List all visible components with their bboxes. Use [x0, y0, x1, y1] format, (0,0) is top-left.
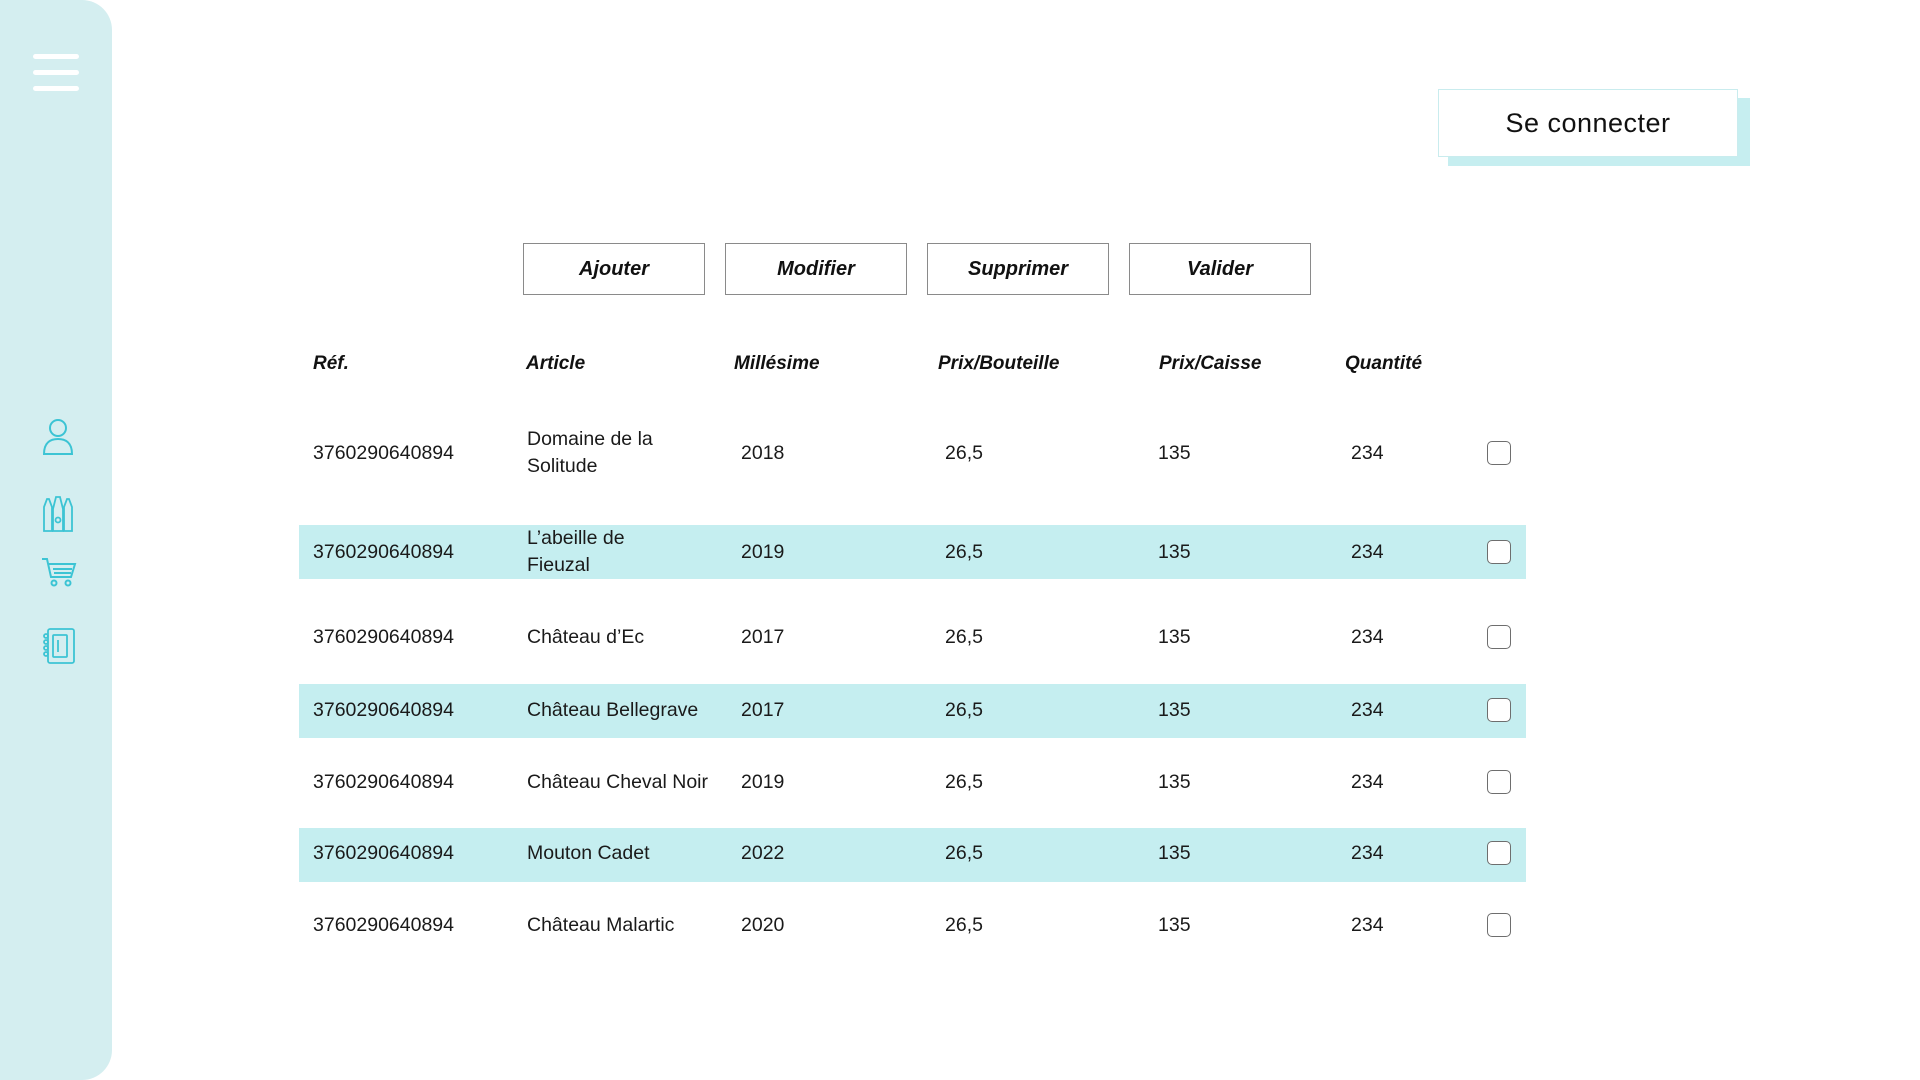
- cell-prix-caisse: 135: [1158, 771, 1191, 793]
- cell-prix-caisse: 135: [1158, 842, 1191, 864]
- cell-prix-bouteille: 26,5: [945, 626, 983, 648]
- validate-button[interactable]: Valider: [1129, 243, 1311, 295]
- cell-article: Château Bellegrave: [527, 699, 699, 721]
- table-row-highlight: [299, 684, 1526, 738]
- row-checkbox[interactable]: [1487, 770, 1511, 794]
- edit-button[interactable]: Modifier: [725, 243, 907, 295]
- sidebar: [0, 0, 112, 1080]
- cell-ref: 3760290640894: [313, 699, 454, 721]
- shopping-cart-icon[interactable]: [41, 556, 77, 588]
- row-checkbox[interactable]: [1487, 841, 1511, 865]
- connect-button[interactable]: Se connecter: [1438, 89, 1738, 157]
- table-row-highlight: [299, 828, 1526, 882]
- add-button[interactable]: Ajouter: [523, 243, 705, 295]
- cell-ref: 3760290640894: [313, 626, 454, 648]
- contact-book-icon[interactable]: [42, 627, 76, 665]
- cell-quantite: 234: [1351, 914, 1384, 936]
- cell-quantite: 234: [1351, 626, 1384, 648]
- cell-article: Château Malartic: [527, 914, 675, 936]
- cell-prix-bouteille: 26,5: [945, 442, 983, 464]
- cell-millesime: 2020: [741, 914, 785, 936]
- cell-prix-bouteille: 26,5: [945, 541, 983, 563]
- cell-ref: 3760290640894: [313, 914, 454, 936]
- cell-prix-bouteille: 26,5: [945, 842, 983, 864]
- cell-millesime: 2017: [741, 626, 785, 648]
- cell-millesime: 2019: [741, 771, 785, 793]
- cell-prix-caisse: 135: [1158, 626, 1191, 648]
- cell-article: Château d’Ec: [527, 626, 645, 648]
- row-checkbox[interactable]: [1487, 625, 1511, 649]
- cell-ref: 3760290640894: [313, 771, 454, 793]
- cell-prix-caisse: 135: [1158, 442, 1191, 464]
- column-header-article: Article: [526, 353, 586, 374]
- cell-prix-bouteille: 26,5: [945, 699, 983, 721]
- row-checkbox[interactable]: [1487, 540, 1511, 564]
- cell-prix-caisse: 135: [1158, 541, 1191, 563]
- cell-article: Château Cheval Noir: [527, 771, 709, 793]
- cell-prix-bouteille: 26,5: [945, 914, 983, 936]
- cell-prix-caisse: 135: [1158, 914, 1191, 936]
- column-header-ref: Réf.: [313, 353, 349, 374]
- cell-prix-bouteille: 26,5: [945, 771, 983, 793]
- cell-article: L’abeille de Fieuzal: [527, 527, 625, 576]
- column-header-prix-bouteille: Prix/Bouteille: [938, 353, 1060, 374]
- cell-ref: 3760290640894: [313, 442, 454, 464]
- cell-article: Domaine de la Solitude: [527, 428, 653, 477]
- wine-bottles-icon[interactable]: [40, 495, 76, 533]
- cell-ref: 3760290640894: [313, 842, 454, 864]
- hamburger-menu-icon[interactable]: [33, 54, 79, 92]
- cell-millesime: 2017: [741, 699, 785, 721]
- row-checkbox[interactable]: [1487, 441, 1511, 465]
- cell-prix-caisse: 135: [1158, 699, 1191, 721]
- cell-millesime: 2022: [741, 842, 785, 864]
- column-header-quantite: Quantité: [1345, 353, 1423, 374]
- cell-quantite: 234: [1351, 842, 1384, 864]
- row-checkbox[interactable]: [1487, 698, 1511, 722]
- delete-button[interactable]: Supprimer: [927, 243, 1109, 295]
- connect-button-wrapper: Se connecter: [1438, 89, 1750, 167]
- table-row-highlight: [299, 525, 1526, 579]
- row-checkbox[interactable]: [1487, 913, 1511, 937]
- cell-millesime: 2018: [741, 442, 785, 464]
- cell-quantite: 234: [1351, 541, 1384, 563]
- cell-quantite: 234: [1351, 699, 1384, 721]
- cell-article: Mouton Cadet: [527, 842, 650, 864]
- cell-quantite: 234: [1351, 442, 1384, 464]
- cell-ref: 3760290640894: [313, 541, 454, 563]
- column-header-prix-caisse: Prix/Caisse: [1159, 353, 1262, 374]
- column-header-millesime: Millésime: [734, 353, 820, 374]
- cell-quantite: 234: [1351, 771, 1384, 793]
- cell-millesime: 2019: [741, 541, 785, 563]
- user-icon[interactable]: [42, 418, 74, 456]
